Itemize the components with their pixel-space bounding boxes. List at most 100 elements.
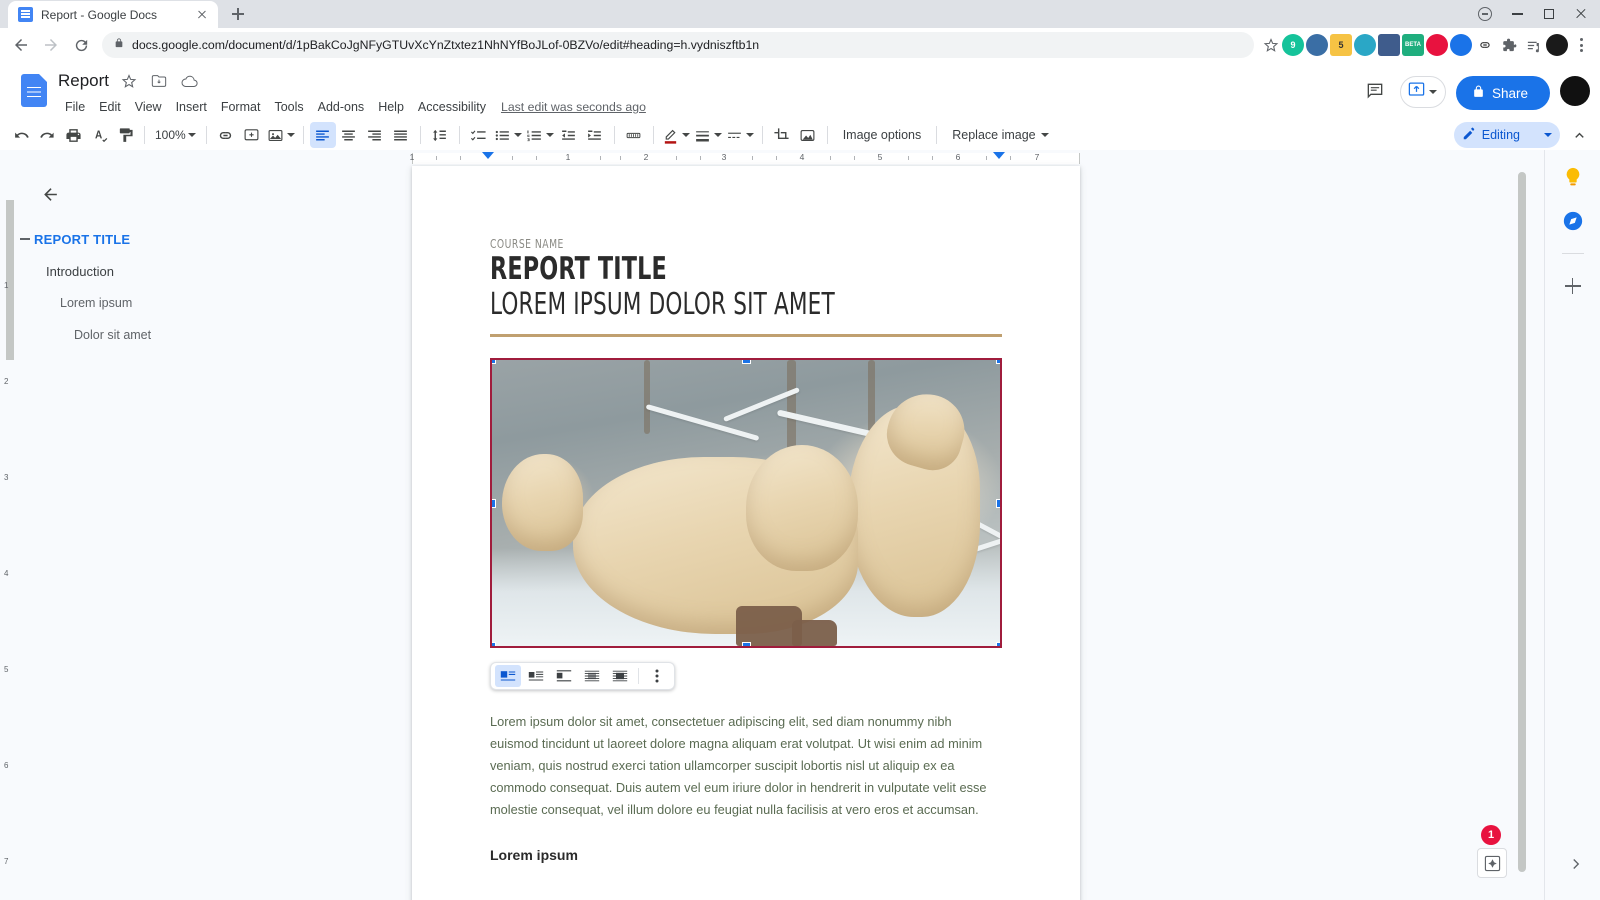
menu-edit[interactable]: Edit	[92, 97, 128, 117]
list-extension-icon[interactable]	[1522, 34, 1544, 56]
document-scrollbar[interactable]	[1516, 166, 1528, 900]
hide-menus-button[interactable]	[1566, 122, 1592, 148]
left-indent-marker[interactable]	[482, 152, 494, 159]
share-button[interactable]: Share	[1455, 76, 1550, 110]
align-center-button[interactable]	[336, 122, 362, 148]
redo-button[interactable]	[34, 122, 60, 148]
keep-notes-icon[interactable]	[1558, 162, 1588, 192]
shield-extension-icon[interactable]	[1426, 34, 1448, 56]
url-bar[interactable]: docs.google.com/document/d/1pBakCoJgNFyG…	[102, 32, 1254, 58]
break-text-button[interactable]	[551, 665, 577, 687]
align-left-button[interactable]	[309, 122, 336, 148]
bulleted-list-button[interactable]	[492, 122, 524, 148]
maximize-button[interactable]	[1534, 2, 1564, 26]
resize-handle-bottom-center[interactable]	[742, 641, 751, 646]
increase-indent-button[interactable]	[582, 122, 608, 148]
doc-title[interactable]: Report	[58, 71, 109, 91]
link-extension-icon[interactable]	[1474, 34, 1496, 56]
beta-extension-icon[interactable]: BETA	[1402, 34, 1424, 56]
close-icon[interactable]	[194, 7, 210, 23]
sub-heading[interactable]: Lorem ipsum	[490, 847, 1002, 863]
more-options-icon[interactable]	[644, 665, 670, 687]
wolves-in-snow-photo[interactable]	[490, 357, 1002, 648]
qr-extension-icon[interactable]	[1378, 34, 1400, 56]
border-color-button[interactable]	[660, 122, 692, 148]
spellcheck-button[interactable]	[86, 122, 112, 148]
minimize-button[interactable]	[1502, 2, 1532, 26]
cloud-saved-icon[interactable]	[181, 72, 199, 90]
outline-item-lorem-ipsum[interactable]: Lorem ipsum	[32, 290, 380, 316]
decrease-indent-button[interactable]	[556, 122, 582, 148]
resize-handle-top-center[interactable]	[742, 359, 751, 364]
scrollbar-thumb[interactable]	[1518, 172, 1526, 872]
horizontal-ruler[interactable]: 1 1 2 3 4 5 6 7	[0, 150, 1528, 166]
menu-view[interactable]: View	[128, 97, 169, 117]
menu-add-ons[interactable]: Add-ons	[311, 97, 372, 117]
google-docs-logo[interactable]	[16, 70, 52, 110]
close-window-button[interactable]	[1566, 2, 1596, 26]
align-right-button[interactable]	[362, 122, 388, 148]
puzzle-extension-icon[interactable]	[1498, 34, 1520, 56]
bookmark-star-icon[interactable]	[1260, 37, 1282, 53]
notes-extension-icon[interactable]: 5	[1330, 34, 1352, 56]
chrome-menu-icon[interactable]	[1570, 38, 1592, 52]
image-options-button[interactable]: Image options	[834, 122, 931, 148]
close-outline-button[interactable]	[36, 180, 64, 208]
new-tab-button[interactable]	[224, 0, 252, 28]
menu-file[interactable]: File	[58, 97, 92, 117]
restore-session-button[interactable]	[1470, 2, 1500, 26]
privacy-extension-icon[interactable]	[1306, 34, 1328, 56]
resize-handle-bottom-right[interactable]	[996, 641, 1000, 646]
clear-formatting-button[interactable]	[621, 122, 647, 148]
present-button[interactable]	[1399, 76, 1446, 108]
border-dash-button[interactable]	[724, 122, 756, 148]
comment-history-icon[interactable]	[1360, 76, 1390, 106]
outline-item-dolor-sit-amet[interactable]: Dolor sit amet	[32, 322, 380, 348]
line-spacing-button[interactable]	[427, 122, 453, 148]
replace-image-button[interactable]: Replace image	[943, 122, 1057, 148]
profile-avatar[interactable]	[1546, 34, 1568, 56]
resize-handle-middle-right[interactable]	[996, 498, 1000, 508]
print-button[interactable]	[60, 122, 86, 148]
menu-accessibility[interactable]: Accessibility	[411, 97, 493, 117]
align-justify-button[interactable]	[388, 122, 414, 148]
undo-button[interactable]	[8, 122, 34, 148]
expand-panel-button[interactable]	[1562, 850, 1590, 878]
zoom-control[interactable]: 100%	[151, 122, 200, 148]
vertical-ruler[interactable]: 1 2 3 4 5 6 7	[0, 166, 16, 900]
accessibility-assistant-button[interactable]	[1477, 848, 1507, 878]
reload-button[interactable]	[66, 30, 96, 60]
back-button[interactable]	[6, 30, 36, 60]
numbered-list-button[interactable]	[524, 122, 556, 148]
crop-image-button[interactable]	[769, 122, 795, 148]
border-weight-button[interactable]	[692, 122, 724, 148]
insert-image-button[interactable]	[265, 122, 297, 148]
menu-insert[interactable]: Insert	[169, 97, 214, 117]
add-on-plus-icon[interactable]	[1558, 271, 1588, 301]
right-indent-marker[interactable]	[993, 152, 1005, 159]
wrap-in-line-button[interactable]	[495, 664, 521, 687]
browser-tab[interactable]: Report - Google Docs	[8, 1, 218, 28]
resize-handle-top-right[interactable]	[996, 359, 1000, 364]
star-icon[interactable]	[121, 72, 139, 90]
add-comment-button[interactable]	[239, 122, 265, 148]
menu-format[interactable]: Format	[214, 97, 268, 117]
outline-item-introduction[interactable]: Introduction	[32, 258, 380, 284]
outline-item-report-title[interactable]: REPORT TITLE	[20, 226, 380, 252]
resize-handle-top-left[interactable]	[492, 359, 496, 364]
document-page[interactable]: COURSE NAME REPORT TITLE LOREM IPSUM DOL…	[412, 166, 1080, 900]
highlighter-extension-icon[interactable]	[1354, 34, 1376, 56]
grammar-extension-icon[interactable]: 9	[1282, 34, 1304, 56]
menu-help[interactable]: Help	[371, 97, 411, 117]
account-avatar[interactable]	[1560, 76, 1590, 106]
wrap-text-button[interactable]	[523, 665, 549, 687]
mask-image-button[interactable]	[795, 122, 821, 148]
move-to-folder-icon[interactable]	[151, 72, 169, 90]
cursor-extension-icon[interactable]	[1450, 34, 1472, 56]
behind-text-button[interactable]	[579, 665, 605, 687]
resize-handle-middle-left[interactable]	[492, 498, 496, 508]
last-edit-status[interactable]: Last edit was seconds ago	[501, 100, 646, 114]
menu-tools[interactable]: Tools	[267, 97, 310, 117]
paint-format-button[interactable]	[112, 122, 138, 148]
resize-handle-bottom-left[interactable]	[492, 641, 496, 646]
